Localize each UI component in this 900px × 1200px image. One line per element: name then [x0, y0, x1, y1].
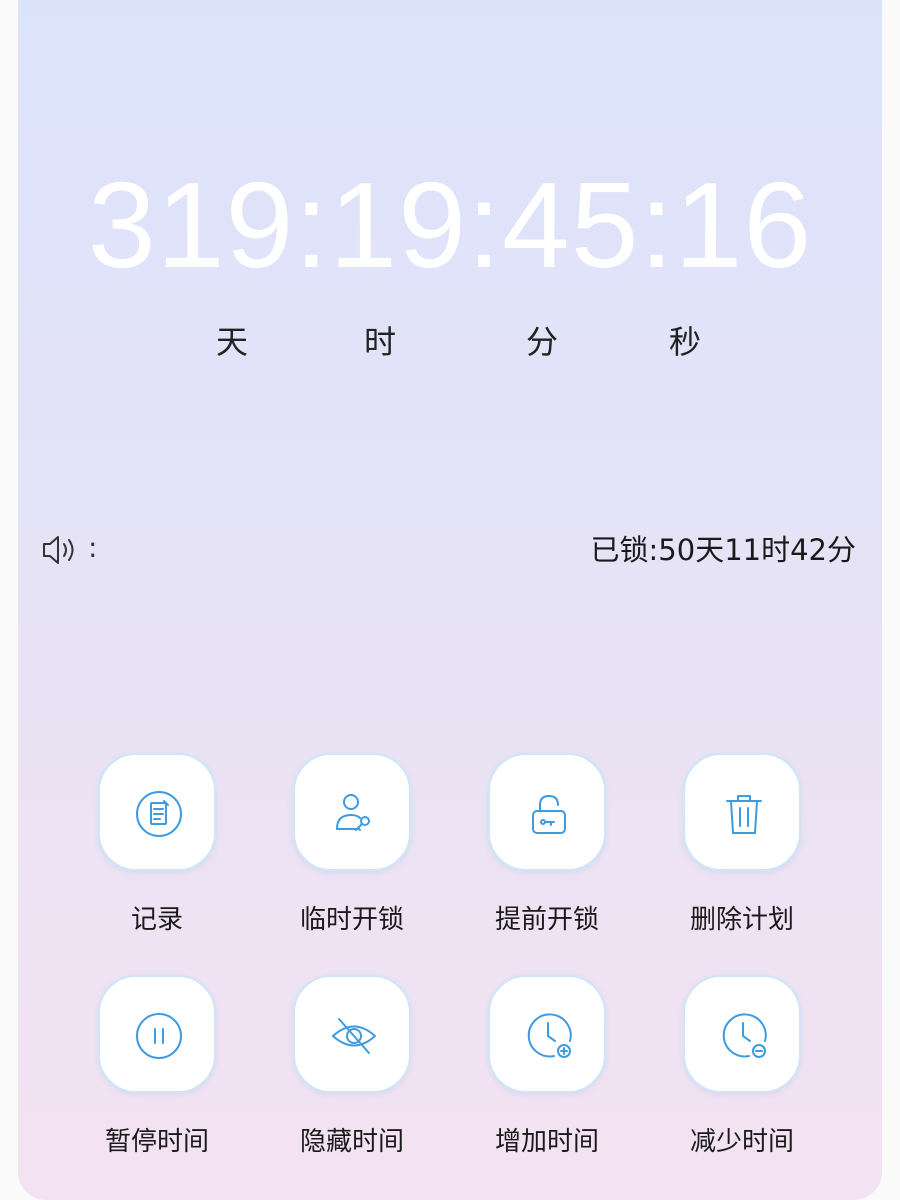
unlock-icon: [532, 795, 566, 834]
status-row: : 已锁:50天11时42分: [18, 530, 882, 570]
clock-minus-icon: [722, 1013, 767, 1058]
temp-unlock-label: 临时开锁: [299, 905, 404, 935]
delete-plan-label: 删除计划: [689, 905, 794, 935]
speaker-icon[interactable]: [40, 532, 80, 568]
app-screen: 319:19:45:16 天 时 分 秒 : 已锁:50天11时42分 记录 临…: [18, 0, 882, 1200]
unit-hours: 时: [363, 323, 396, 361]
pause-time-button[interactable]: [98, 975, 216, 1093]
early-unlock-label: 提前开锁: [494, 905, 599, 935]
reduce-time-button[interactable]: [683, 975, 801, 1093]
hide-time-button[interactable]: [293, 975, 411, 1093]
add-time-button[interactable]: [488, 975, 606, 1093]
user-key-icon: [336, 794, 370, 831]
hide-time-label: 隐藏时间: [299, 1127, 404, 1157]
reduce-time-label: 减少时间: [689, 1127, 794, 1157]
countdown-display: 319:19:45:16: [87, 157, 813, 293]
add-time-label: 增加时间: [494, 1127, 599, 1157]
sound-label-colon: :: [88, 531, 98, 564]
delete-plan-button[interactable]: [683, 753, 801, 871]
record-label: 记录: [130, 905, 183, 935]
unit-seconds: 秒: [668, 323, 701, 361]
clock-plus-icon: [527, 1013, 572, 1058]
locked-duration: 已锁:50天11时42分: [590, 533, 856, 567]
unit-minutes: 分: [525, 323, 558, 361]
pause-time-label: 暂停时间: [104, 1127, 209, 1157]
pause-icon: [136, 1013, 182, 1059]
temp-unlock-button[interactable]: [293, 753, 411, 871]
eye-off-icon: [332, 1018, 376, 1054]
trash-icon: [726, 795, 762, 834]
early-unlock-button[interactable]: [488, 753, 606, 871]
unit-days: 天: [215, 323, 248, 361]
record-button[interactable]: [98, 753, 216, 871]
note-icon: [136, 791, 182, 837]
